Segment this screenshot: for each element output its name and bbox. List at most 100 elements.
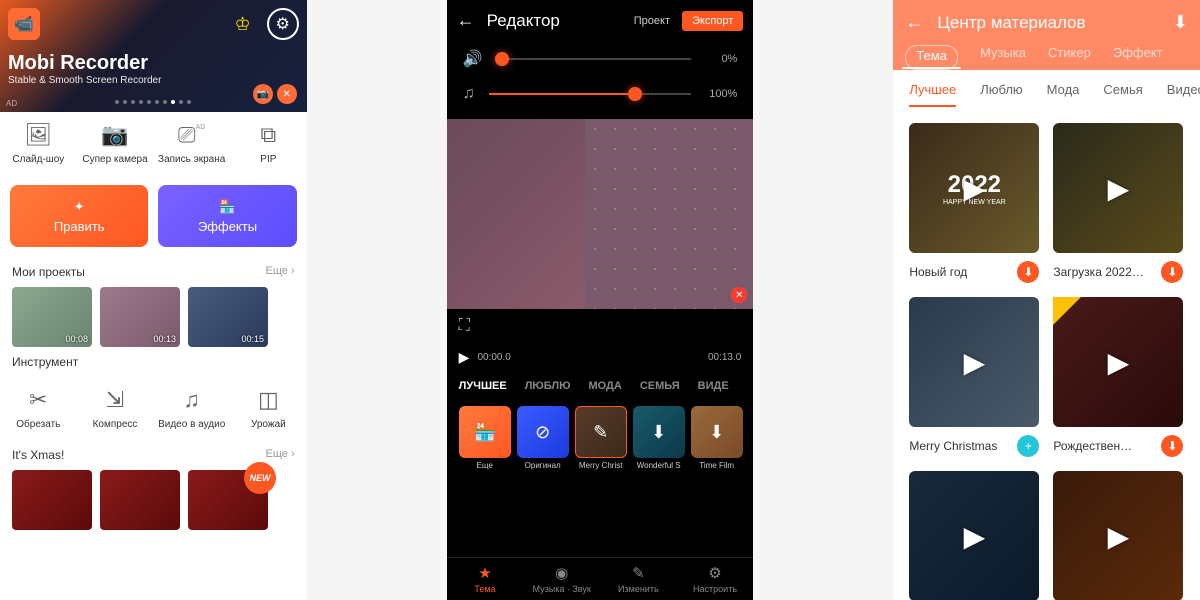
tool-camera[interactable]: 📷Супер камера <box>77 122 154 165</box>
play-icon: ▶ <box>1108 520 1130 553</box>
pip-icon: ⧉ <box>230 122 307 148</box>
tab-theme[interactable]: Тема <box>905 45 958 70</box>
play-icon: ▶ <box>1108 172 1130 205</box>
settings-icon[interactable]: ⚙ <box>267 8 299 40</box>
tool-compress[interactable]: ⇲Компресс <box>77 387 154 430</box>
ad-label: AD <box>6 99 17 108</box>
nav-theme[interactable]: ★Тема <box>447 564 524 594</box>
close-icon[interactable]: ✕ <box>277 84 297 104</box>
nav-edit[interactable]: ✎Изменить <box>600 564 677 594</box>
promo-banner[interactable]: 📹 ♔ ⚙ Mobi Recorder Stable & Smooth Scre… <box>0 0 307 112</box>
tab-family[interactable]: СЕМЬЯ <box>640 380 680 392</box>
tools-heading: Инструмент <box>12 355 78 369</box>
fullscreen-icon[interactable]: ⛶ <box>459 317 470 334</box>
record-icon: ⎚AD <box>153 122 230 148</box>
subtab-vlog[interactable]: Видеобл <box>1167 82 1200 97</box>
timeline[interactable]: ▶ 00:00.0 00:13.0 <box>447 343 754 372</box>
more-link[interactable]: Еще › <box>266 265 295 279</box>
editor-screen: ← Редактор Проект Экспорт 🔊 0% ♫ 100% ✕ … <box>447 0 754 600</box>
carousel-dots[interactable] <box>115 100 191 104</box>
tool-pip[interactable]: ⧉PIP <box>230 122 307 165</box>
download-button[interactable]: ⬇ <box>1017 261 1039 283</box>
store-icon: 🏪 <box>459 406 511 458</box>
subtab-family[interactable]: Семья <box>1103 82 1142 97</box>
new-badge: NEW <box>244 462 276 494</box>
tool-trim[interactable]: ✂Обрезать <box>0 387 77 430</box>
pencil-icon: ✎ <box>600 564 677 582</box>
back-icon[interactable]: ← <box>905 12 923 33</box>
edit-button[interactable]: ✦Править <box>10 185 148 247</box>
effects-button[interactable]: 🏪Эффекты <box>158 185 296 247</box>
tab-effect[interactable]: Эффект <box>1113 45 1163 70</box>
subtab-fashion[interactable]: Мода <box>1047 82 1080 97</box>
featured-ribbon <box>1053 297 1081 325</box>
subtab-love[interactable]: Люблю <box>980 82 1022 97</box>
nav-settings[interactable]: ⚙Настроить <box>677 564 754 594</box>
tab-music[interactable]: Музыка <box>980 45 1026 70</box>
subtabs: Лучшее Люблю Мода Семья Видеобл <box>893 70 1200 109</box>
speaker-icon: 🔊 <box>463 49 483 69</box>
xmas-heading: It's Xmas! <box>12 448 64 462</box>
music-slider[interactable]: ♫ 100% <box>447 77 754 111</box>
materials-title: Центр материалов <box>937 13 1159 33</box>
tab-best[interactable]: ЛУЧШЕЕ <box>459 380 507 392</box>
star-icon: ★ <box>447 564 524 582</box>
subtab-best[interactable]: Лучшее <box>909 82 956 97</box>
nav-music[interactable]: ◉Музыка · Звук <box>523 564 600 594</box>
tool-record[interactable]: ⎚ADЗапись экрана <box>153 122 230 165</box>
play-icon: ▶ <box>964 520 986 553</box>
home-screen: 📹 ♔ ⚙ Mobi Recorder Stable & Smooth Scre… <box>0 0 307 600</box>
camera-icon[interactable]: 📷 <box>253 84 273 104</box>
xmas-thumb[interactable] <box>12 470 92 530</box>
tool-crop[interactable]: ◫Урожай <box>230 387 307 430</box>
export-button[interactable]: Экспорт <box>682 11 743 31</box>
material-card[interactable]: ▶ Merry Christmas+ <box>909 297 1039 457</box>
tool-audio[interactable]: ♫Видео в аудио <box>153 387 230 430</box>
project-thumb[interactable]: 00:13 <box>100 287 180 347</box>
tab-video[interactable]: ВИДЕ <box>698 380 729 392</box>
xmas-thumb[interactable] <box>100 470 180 530</box>
download-all-icon[interactable]: ⬇ <box>1173 12 1188 33</box>
material-card[interactable]: 2022HAPPY NEW YEAR▶ Новый год⬇ <box>909 123 1039 283</box>
material-card[interactable]: ▶ <box>909 471 1039 600</box>
xmas-thumb[interactable]: NEW <box>188 470 268 530</box>
project-thumb[interactable]: 00:15 <box>188 287 268 347</box>
tool-slideshow[interactable]: 🖼Слайд-шоу <box>0 122 77 165</box>
theme-xmas[interactable]: ✎Merry Christ <box>575 406 627 470</box>
play-icon: ▶ <box>964 346 986 379</box>
play-icon: ▶ <box>964 172 986 205</box>
theme-timefilm[interactable]: ⬇Time Film <box>691 406 743 470</box>
wand-icon: ✦ <box>74 199 85 215</box>
tab-sticker[interactable]: Стикер <box>1048 45 1091 70</box>
theme-more[interactable]: 🏪Еще <box>459 406 511 470</box>
crop-icon: ◫ <box>230 387 307 413</box>
materials-screen: ← Центр материалов ⬇ Тема Музыка Стикер … <box>893 0 1200 600</box>
none-icon: ⊘ <box>517 406 569 458</box>
download-icon: ⬇ <box>633 406 685 458</box>
editor-title: Редактор <box>487 11 622 31</box>
material-card[interactable]: ▶ Загрузка 2022…⬇ <box>1053 123 1183 283</box>
project-link[interactable]: Проект <box>634 15 670 27</box>
back-icon[interactable]: ← <box>457 10 475 31</box>
music-icon: ♫ <box>153 387 230 413</box>
crown-icon[interactable]: ♔ <box>235 14 251 35</box>
play-icon[interactable]: ▶ <box>459 349 470 366</box>
material-card[interactable]: ▶ <box>1053 471 1183 600</box>
voice-slider[interactable]: 🔊 0% <box>447 41 754 77</box>
download-button[interactable]: ⬇ <box>1161 261 1183 283</box>
banner-title: Mobi Recorder <box>8 52 299 75</box>
theme-original[interactable]: ⊘Оригинал <box>517 406 569 470</box>
material-card[interactable]: ▶ Рождествен…⬇ <box>1053 297 1183 457</box>
download-button[interactable]: ⬇ <box>1161 435 1183 457</box>
category-tabs: Тема Музыка Стикер Эффект <box>893 45 1200 70</box>
theme-wonderful[interactable]: ⬇Wonderful S <box>633 406 685 470</box>
project-thumb[interactable]: 00:08 <box>12 287 92 347</box>
tab-fashion[interactable]: МОДА <box>588 380 621 392</box>
music-icon: ♫ <box>463 85 475 103</box>
disc-icon: ◉ <box>523 564 600 582</box>
tab-love[interactable]: ЛЮБЛЮ <box>525 380 571 392</box>
tool-row: 🖼Слайд-шоу 📷Супер камера ⎚ADЗапись экран… <box>0 112 307 175</box>
add-button[interactable]: + <box>1017 435 1039 457</box>
more-link[interactable]: Еще › <box>266 448 295 462</box>
video-preview[interactable]: ✕ <box>447 119 754 309</box>
